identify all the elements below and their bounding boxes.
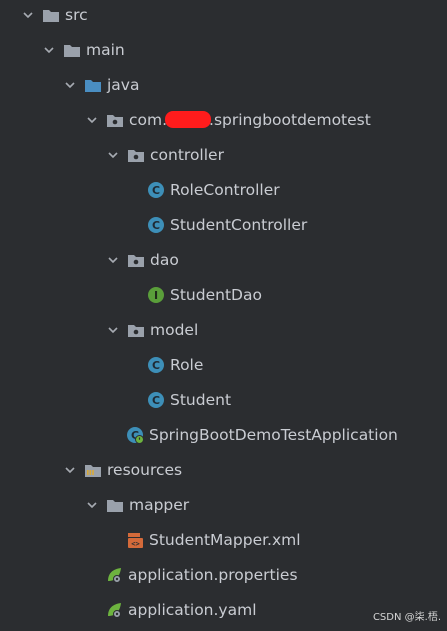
tree-node-model[interactable]: model xyxy=(0,312,447,347)
tree-node-student-dao[interactable]: I StudentDao xyxy=(0,277,447,312)
chevron-down-icon[interactable] xyxy=(64,79,76,91)
tree-label: main xyxy=(86,40,125,59)
class-icon: C xyxy=(147,356,165,374)
svg-text:C: C xyxy=(152,359,160,372)
chevron-down-icon[interactable] xyxy=(107,254,119,266)
class-icon: C xyxy=(147,391,165,409)
redaction-mark xyxy=(165,110,212,128)
package-icon xyxy=(127,146,145,164)
chevron-down-icon[interactable] xyxy=(43,44,55,56)
tree-label: StudentController xyxy=(170,215,308,234)
package-icon xyxy=(106,111,124,129)
chevron-down-icon[interactable] xyxy=(86,499,98,511)
tree-label: com. .springbootdemotest xyxy=(129,110,371,129)
project-tree: src main java com. .springbootdemotest c… xyxy=(0,0,447,631)
class-icon: C xyxy=(147,216,165,234)
package-suffix: .springbootdemotest xyxy=(209,110,371,129)
watermark: CSDN @柒.梧. xyxy=(372,612,441,623)
tree-label: Student xyxy=(170,390,232,409)
tree-label: application.yaml xyxy=(128,600,257,619)
chevron-down-icon[interactable] xyxy=(86,114,98,126)
tree-node-student-controller[interactable]: C StudentController xyxy=(0,207,447,242)
tree-node-package[interactable]: com. .springbootdemotest xyxy=(0,102,447,137)
folder-icon xyxy=(42,6,60,24)
chevron-down-icon[interactable] xyxy=(22,9,34,21)
tree-label: StudentDao xyxy=(170,285,262,304)
tree-label: src xyxy=(65,5,88,24)
tree-label: resources xyxy=(107,460,183,479)
tree-label: RoleController xyxy=(170,180,280,199)
tree-node-role[interactable]: C Role xyxy=(0,347,447,382)
xml-file-icon: <> xyxy=(126,531,144,549)
spring-config-icon xyxy=(105,601,123,619)
tree-label: java xyxy=(107,75,140,94)
svg-text:<>: <> xyxy=(131,540,139,548)
tree-node-mapper-xml[interactable]: <> StudentMapper.xml xyxy=(0,522,447,557)
spring-boot-app-icon: C xyxy=(126,426,144,444)
tree-node-java[interactable]: java xyxy=(0,67,447,102)
package-prefix: com. xyxy=(129,110,168,129)
tree-node-app-properties[interactable]: application.properties xyxy=(0,557,447,592)
tree-node-resources[interactable]: resources xyxy=(0,452,447,487)
tree-label: application.properties xyxy=(128,565,298,584)
package-icon xyxy=(127,251,145,269)
tree-node-role-controller[interactable]: C RoleController xyxy=(0,172,447,207)
folder-icon xyxy=(106,496,124,514)
chevron-down-icon[interactable] xyxy=(107,324,119,336)
tree-node-main[interactable]: main xyxy=(0,32,447,67)
tree-node-student[interactable]: C Student xyxy=(0,382,447,417)
tree-label: controller xyxy=(150,145,224,164)
package-icon xyxy=(127,321,145,339)
spring-config-icon xyxy=(105,566,123,584)
svg-text:I: I xyxy=(154,289,158,302)
folder-icon xyxy=(63,41,81,59)
tree-node-src[interactable]: src xyxy=(0,0,447,32)
tree-label: SpringBootDemoTestApplication xyxy=(149,425,398,444)
tree-label: mapper xyxy=(129,495,190,514)
tree-node-controller[interactable]: controller xyxy=(0,137,447,172)
tree-label: Role xyxy=(170,355,204,374)
tree-node-dao[interactable]: dao xyxy=(0,242,447,277)
svg-text:C: C xyxy=(152,184,160,197)
tree-label: StudentMapper.xml xyxy=(149,530,301,549)
tree-label: model xyxy=(150,320,199,339)
class-icon: C xyxy=(147,181,165,199)
source-folder-icon xyxy=(84,76,102,94)
svg-text:C: C xyxy=(152,394,160,407)
tree-label: dao xyxy=(150,250,179,269)
interface-icon: I xyxy=(147,286,165,304)
tree-node-mapper[interactable]: mapper xyxy=(0,487,447,522)
resources-folder-icon xyxy=(84,461,102,479)
tree-node-application[interactable]: C SpringBootDemoTestApplication xyxy=(0,417,447,452)
chevron-down-icon[interactable] xyxy=(64,464,76,476)
svg-text:C: C xyxy=(152,219,160,232)
chevron-down-icon[interactable] xyxy=(107,149,119,161)
